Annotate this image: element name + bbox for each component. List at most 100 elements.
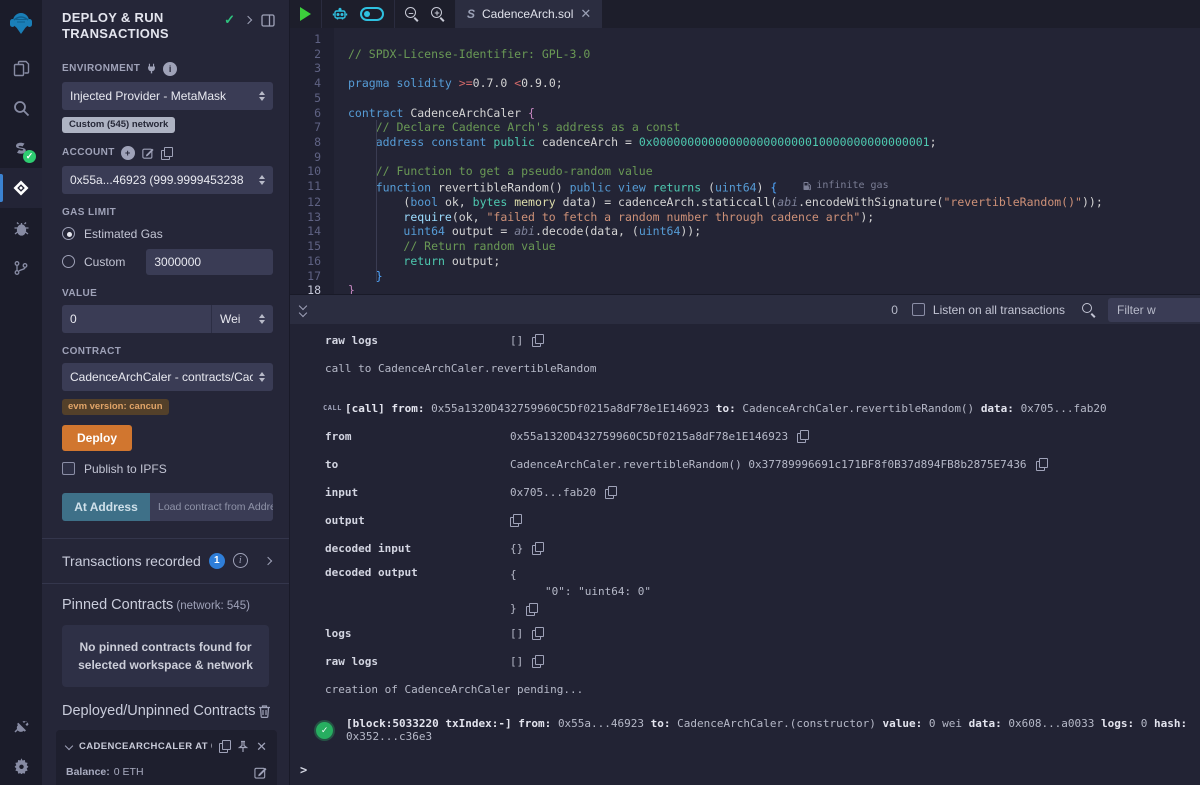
copy-value-icon[interactable]	[532, 334, 543, 346]
terminal-kv-row: toCadenceArchCaler.revertibleRandom() 0x…	[290, 450, 1200, 478]
copy-value-icon[interactable]	[605, 486, 616, 498]
edit-balance-icon[interactable]	[254, 766, 267, 779]
collapse-contract-icon[interactable]	[65, 742, 73, 750]
call-badge: CALL	[323, 404, 345, 412]
terminal-call-entry[interactable]: CALL[call] from: 0x55a1320D432759960C5Df…	[290, 394, 1200, 422]
settings-gear-icon[interactable]	[0, 745, 42, 785]
panel-title: DEPLOY & RUN TRANSACTIONS	[62, 10, 224, 43]
terminal-kv-row: raw logs[]	[290, 326, 1200, 354]
publish-ipfs-checkbox[interactable]	[62, 462, 75, 475]
publish-ipfs-option[interactable]: Publish to IPFS	[62, 462, 273, 476]
expand-terminal-icon[interactable]	[300, 303, 306, 316]
infinite-gas-annotation: infinite gas	[803, 179, 888, 194]
terminal-kv-row: from0x55a1320D432759960C5Df0215a8dF78e1E…	[290, 422, 1200, 450]
remove-contract-icon[interactable]: ✕	[256, 740, 267, 753]
zoom-out-icon[interactable]: –	[405, 7, 419, 21]
expand-transactions-icon[interactable]	[264, 556, 272, 564]
terminal-output[interactable]: raw logs[]call to CadenceArchCaler.rever…	[290, 324, 1200, 785]
network-badge: Custom (545) network	[62, 117, 175, 133]
plugin-manager-icon[interactable]	[0, 705, 42, 745]
copy-value-icon[interactable]	[1036, 458, 1047, 470]
pin-panel-icon[interactable]	[261, 14, 275, 27]
copy-account-icon[interactable]	[161, 147, 172, 159]
code-line: 6contract CadenceArchCaler {	[290, 106, 1200, 121]
git-branch-icon[interactable]	[0, 248, 42, 288]
terminal-message: creation of CadenceArchCaler pending...	[290, 675, 1200, 703]
copy-value-icon[interactable]	[526, 603, 537, 615]
compile-success-badge: ✓	[23, 150, 36, 163]
transactions-count-badge: 1	[209, 553, 225, 569]
deployed-contracts-header: Deployed/Unpinned Contracts	[62, 703, 258, 719]
pin-contract-icon[interactable]	[237, 740, 249, 753]
contract-instance-name: CADENCEARCHCALER AT 0X	[79, 741, 212, 752]
terminal-kv-row: input0x705...fab20	[290, 478, 1200, 506]
code-line: 17 }	[290, 269, 1200, 284]
contract-select[interactable]: CadenceArchCaler - contracts/Cac	[62, 363, 273, 391]
transactions-info-icon[interactable]: i	[233, 553, 248, 568]
copy-value-icon[interactable]	[532, 542, 543, 554]
terminal-filter-input[interactable]: Filter w	[1108, 298, 1200, 322]
tabbar-empty	[602, 0, 1200, 28]
estimated-gas-radio[interactable]	[62, 227, 75, 240]
terminal-kv-multiline-row: decoded output{"0": "uint64: 0"}	[290, 566, 1200, 617]
at-address-button[interactable]: At Address	[62, 493, 150, 521]
env-ok-check-icon: ✓	[224, 12, 235, 28]
transaction-success-icon: ✓	[316, 722, 333, 739]
code-line: 14 uint64 output = abi.decode(data, (uin…	[290, 224, 1200, 239]
remix-ide-window: ✓	[0, 0, 1200, 785]
chevron-right-icon[interactable]	[244, 16, 252, 24]
copy-value-icon[interactable]	[532, 655, 543, 667]
tab-cadencearch-sol[interactable]: S CadenceArch.sol ✕	[456, 0, 602, 28]
value-unit-select[interactable]: Wei	[211, 305, 273, 333]
close-tab-icon[interactable]: ✕	[580, 6, 591, 22]
environment-select[interactable]: Injected Provider - MetaMask	[62, 82, 273, 110]
file-explorer-icon[interactable]	[0, 48, 42, 88]
remix-logo-icon[interactable]	[0, 0, 42, 48]
select-arrows-icon	[259, 175, 265, 185]
code-line: 2// SPDX-License-Identifier: GPL-3.0	[290, 47, 1200, 62]
code-editor[interactable]: 12// SPDX-License-Identifier: GPL-3.034p…	[290, 28, 1200, 294]
solidity-compiler-icon[interactable]: ✓	[0, 128, 42, 168]
listen-count: 0	[891, 303, 898, 317]
listen-transactions-checkbox[interactable]	[912, 303, 925, 316]
editor-terminal-area: – + S CadenceArch.sol ✕ 12// SPDX-Licens…	[290, 0, 1200, 785]
account-select[interactable]: 0x55a...46923 (999.9999453238	[62, 166, 273, 194]
value-input[interactable]: 0	[62, 305, 211, 333]
ai-assistant-robot-icon[interactable]	[332, 6, 348, 22]
terminal-prompt[interactable]: >	[290, 763, 1200, 777]
copilot-toggle[interactable]	[360, 7, 384, 21]
copy-value-icon[interactable]	[510, 514, 521, 526]
zoom-in-icon[interactable]: +	[431, 7, 445, 21]
run-script-icon[interactable]	[300, 7, 311, 21]
at-address-input[interactable]: Load contract from Addres	[150, 493, 273, 521]
select-arrows-icon	[259, 91, 265, 101]
line-number: 4	[290, 76, 334, 91]
copy-value-icon[interactable]	[797, 430, 808, 442]
add-account-icon[interactable]: +	[121, 146, 135, 160]
gas-pump-icon	[803, 181, 811, 191]
code-line: 7 // Declare Cadence Arch's address as a…	[290, 120, 1200, 135]
debugger-icon[interactable]	[0, 208, 42, 248]
environment-info-icon[interactable]: i	[163, 62, 177, 76]
deploy-button[interactable]: Deploy	[62, 425, 132, 451]
custom-gas-input[interactable]: 3000000	[146, 249, 273, 275]
environment-label: ENVIRONMENT i	[62, 62, 273, 76]
copy-address-icon[interactable]	[219, 740, 230, 752]
select-arrows-icon	[259, 372, 265, 382]
sign-message-icon[interactable]	[142, 147, 154, 159]
estimated-gas-option[interactable]: Estimated Gas	[62, 227, 273, 241]
line-number: 8	[290, 135, 334, 150]
line-number: 9	[290, 150, 334, 165]
copy-value-icon[interactable]	[532, 627, 543, 639]
line-number: 3	[290, 61, 334, 76]
terminal-search-icon[interactable]	[1081, 302, 1096, 317]
custom-gas-radio[interactable]	[62, 255, 75, 268]
contract-balance-row: Balance: 0 ETH	[66, 766, 267, 779]
search-icon[interactable]	[0, 88, 42, 128]
line-number: 17	[290, 269, 334, 284]
code-line: 11 function revertibleRandom() public vi…	[290, 179, 1200, 195]
clear-deployed-trash-icon[interactable]	[258, 704, 271, 718]
deploy-run-icon[interactable]	[0, 168, 42, 208]
terminal-transaction-entry[interactable]: ✓[block:5033220 txIndex:-] from: 0x55a..…	[290, 717, 1200, 743]
environment-plug-icon[interactable]	[146, 63, 157, 74]
